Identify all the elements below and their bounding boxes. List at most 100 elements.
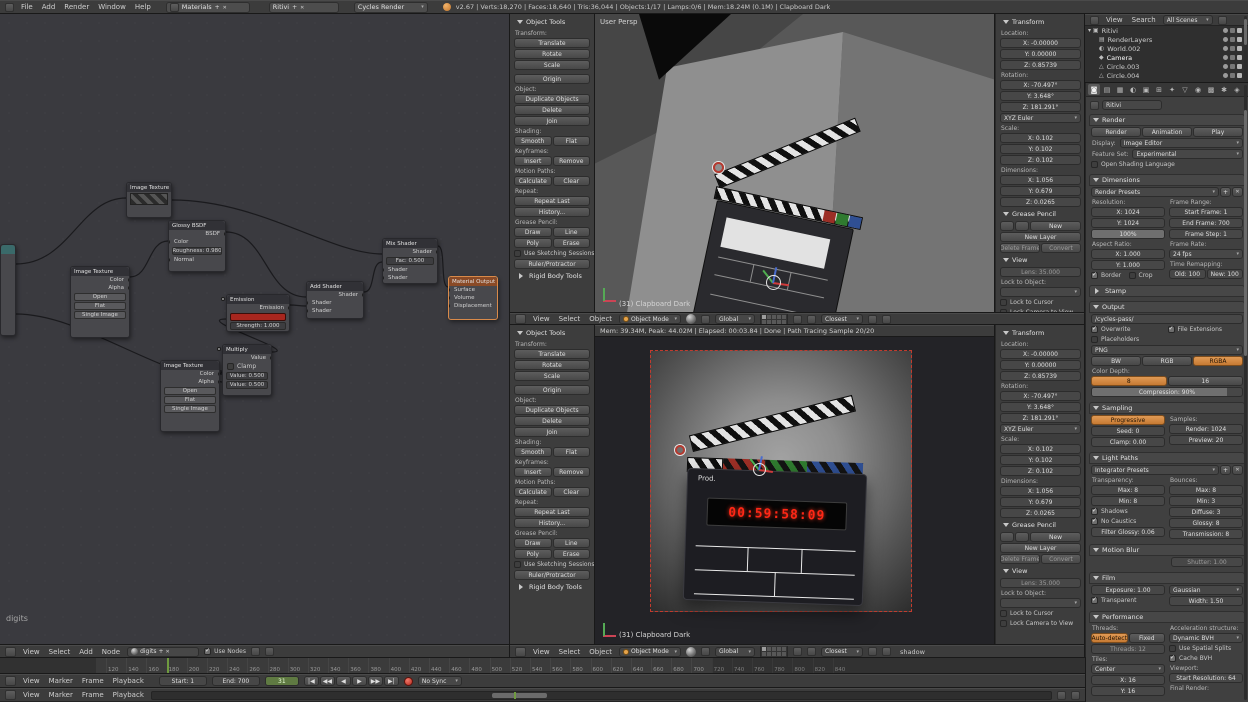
menu-object[interactable]: Object bbox=[587, 648, 614, 656]
rotation-mode-select[interactable]: XYZ Euler bbox=[1000, 424, 1081, 434]
auto-keyframe-icon[interactable] bbox=[1057, 691, 1066, 700]
outliner-row[interactable]: ▾ ▣ Ritivi bbox=[1085, 26, 1248, 35]
layers-widget[interactable] bbox=[760, 313, 788, 325]
grease-pencil-panel-header[interactable]: Grease Pencil bbox=[1000, 208, 1081, 220]
join-button[interactable]: Join bbox=[514, 427, 590, 437]
add-preset-button[interactable] bbox=[1220, 465, 1231, 475]
rotation-field[interactable]: X: -70.497° bbox=[1000, 391, 1081, 401]
rotation-field[interactable]: Z: 181.291° bbox=[1000, 413, 1081, 423]
transport-button[interactable]: ▶ bbox=[352, 676, 367, 686]
rotation-field[interactable]: Z: 181.291° bbox=[1000, 102, 1081, 112]
gp-delete-frame-button[interactable]: Delete Frame bbox=[1000, 554, 1040, 564]
visibility-icon[interactable] bbox=[1223, 64, 1228, 69]
join-button[interactable]: Join bbox=[514, 116, 590, 126]
properties-tab[interactable]: ▽ bbox=[1179, 84, 1191, 95]
node-header[interactable]: Add Shader bbox=[307, 282, 363, 291]
menu-add[interactable]: Add bbox=[77, 648, 95, 656]
compression-slider[interactable]: Compression: 90% bbox=[1091, 387, 1243, 397]
node-math-multiply[interactable]: Multiply Value Clamp Value: 0.500 Value:… bbox=[222, 344, 272, 396]
render-opengl-anim-icon[interactable] bbox=[882, 315, 891, 324]
gp-draw-icon-button[interactable] bbox=[1000, 532, 1014, 542]
sketching-sessions-toggle[interactable]: Use Sketching Sessions bbox=[514, 560, 590, 569]
background-image-icon[interactable] bbox=[265, 647, 274, 656]
rotation-mode-select[interactable]: XYZ Euler bbox=[1000, 113, 1081, 123]
dimension-field[interactable]: Z: 0.0265 bbox=[1000, 197, 1081, 207]
gp-new-button[interactable]: New bbox=[1030, 532, 1081, 542]
shader-socket[interactable] bbox=[383, 276, 384, 280]
node-mix-shader[interactable]: Mix Shader Shader Fac: 0.500 Shader Shad… bbox=[382, 238, 438, 284]
fixed-button[interactable]: Fixed bbox=[1129, 633, 1166, 643]
use-nodes-toggle[interactable]: Use Nodes bbox=[204, 647, 246, 656]
node-header[interactable]: Emission bbox=[227, 295, 289, 304]
node-editor[interactable]: Image Texture Glossy BSDF BSDF Color Rou… bbox=[0, 14, 510, 645]
viewport-shading-icon[interactable] bbox=[686, 647, 696, 657]
new-material-icon[interactable] bbox=[159, 648, 164, 655]
motion-blur-panel-header[interactable]: Motion Blur bbox=[1089, 544, 1245, 556]
translate-button[interactable]: Translate bbox=[514, 38, 590, 48]
properties-tab[interactable]: ◐ bbox=[1127, 84, 1139, 95]
menu-view[interactable]: View bbox=[21, 648, 42, 656]
menu-help[interactable]: Help bbox=[133, 3, 153, 11]
duplicate-objects-button[interactable]: Duplicate Objects bbox=[514, 94, 590, 104]
mode-select[interactable]: Object Mode bbox=[619, 647, 681, 657]
gp-new-layer-button[interactable]: New Layer bbox=[1000, 232, 1081, 242]
depth-8-button[interactable]: 8 bbox=[1091, 376, 1167, 386]
visibility-icon[interactable] bbox=[1223, 37, 1228, 42]
start-frame-field[interactable]: Start: 1 bbox=[159, 676, 207, 686]
surface-socket[interactable] bbox=[449, 288, 450, 292]
shader-socket[interactable] bbox=[383, 268, 384, 272]
auto-detect-button[interactable]: Auto-detect bbox=[1091, 633, 1128, 643]
smooth-button[interactable]: Smooth bbox=[514, 136, 552, 146]
record-button[interactable] bbox=[404, 677, 413, 686]
resolution-y-field[interactable]: Y: 1024 bbox=[1091, 218, 1165, 228]
viewport-3d[interactable]: User Persp (31) Clapboard Dark bbox=[595, 14, 995, 313]
overwrite-toggle[interactable]: Overwrite bbox=[1091, 325, 1167, 334]
scale-field[interactable]: Z: 0.102 bbox=[1000, 155, 1081, 165]
menu-file[interactable]: File bbox=[19, 3, 35, 11]
mode-select[interactable]: Object Mode bbox=[619, 314, 681, 324]
id-name-field[interactable]: Ritivi bbox=[1102, 100, 1162, 110]
properties-tab[interactable]: ◉ bbox=[1192, 84, 1204, 95]
node-header[interactable]: Mix Shader bbox=[383, 239, 437, 248]
node-add-shader[interactable]: Add Shader Shader Shader Shader bbox=[306, 281, 364, 319]
color-socket[interactable] bbox=[128, 278, 129, 282]
output-path-field[interactable]: /cycles-pass/ bbox=[1091, 314, 1243, 324]
outliner-row[interactable]: ◆ Camera bbox=[1085, 53, 1248, 62]
transform-orientation-select[interactable]: Global bbox=[715, 647, 755, 657]
screen-layout-selector[interactable]: Materials bbox=[166, 2, 250, 13]
properties-tab[interactable]: ✦ bbox=[1166, 84, 1178, 95]
selectability-icon[interactable] bbox=[1230, 37, 1235, 42]
clamp-toggle[interactable]: Clamp bbox=[223, 362, 271, 371]
pivot-point-icon[interactable] bbox=[701, 315, 710, 324]
gp-delete-frame-button[interactable]: Delete Frame bbox=[1000, 243, 1040, 253]
shader-socket[interactable] bbox=[307, 301, 308, 305]
shadows-toggle[interactable]: Shadows bbox=[1091, 507, 1165, 516]
renderability-icon[interactable] bbox=[1237, 46, 1242, 51]
shader-socket[interactable] bbox=[436, 250, 437, 254]
node-header[interactable]: Multiply bbox=[223, 345, 271, 354]
gp-draw-icon-button[interactable] bbox=[1000, 221, 1014, 231]
location-field[interactable]: X: -0.00000 bbox=[1000, 349, 1081, 359]
normal-socket[interactable] bbox=[169, 258, 170, 262]
visibility-icon[interactable] bbox=[1223, 46, 1228, 51]
light-paths-panel-header[interactable]: Light Paths bbox=[1089, 452, 1245, 464]
timeline-scrollbar[interactable] bbox=[151, 691, 1052, 700]
properties-tab[interactable]: ▣ bbox=[1140, 84, 1152, 95]
renderability-icon[interactable] bbox=[1237, 55, 1242, 60]
remap-old-field[interactable]: Old: 100 bbox=[1169, 269, 1206, 279]
node-emission[interactable]: Emission Emission Strength: 1.000 bbox=[226, 294, 290, 332]
transparency-max-field[interactable]: Max: 8 bbox=[1091, 485, 1165, 495]
aspect-x-field[interactable]: X: 1.000 bbox=[1091, 249, 1165, 259]
menu-select[interactable]: Select bbox=[557, 648, 583, 656]
remove-preset-button[interactable] bbox=[1232, 187, 1243, 197]
history-button[interactable]: History... bbox=[514, 518, 590, 528]
calculate-paths-button[interactable]: Calculate bbox=[514, 487, 552, 497]
menu-search[interactable]: Search bbox=[1130, 16, 1158, 24]
insert-keyframe-button[interactable]: Insert bbox=[514, 467, 552, 477]
lens-field[interactable]: Lens: 35.000 bbox=[1000, 267, 1081, 277]
render-button[interactable]: Render bbox=[1091, 127, 1141, 137]
blender-logo-icon[interactable] bbox=[5, 3, 14, 12]
node-header[interactable]: Image Texture bbox=[71, 267, 129, 276]
current-frame-field[interactable]: 31 bbox=[265, 676, 299, 686]
projection-select[interactable]: Flat bbox=[164, 396, 216, 404]
